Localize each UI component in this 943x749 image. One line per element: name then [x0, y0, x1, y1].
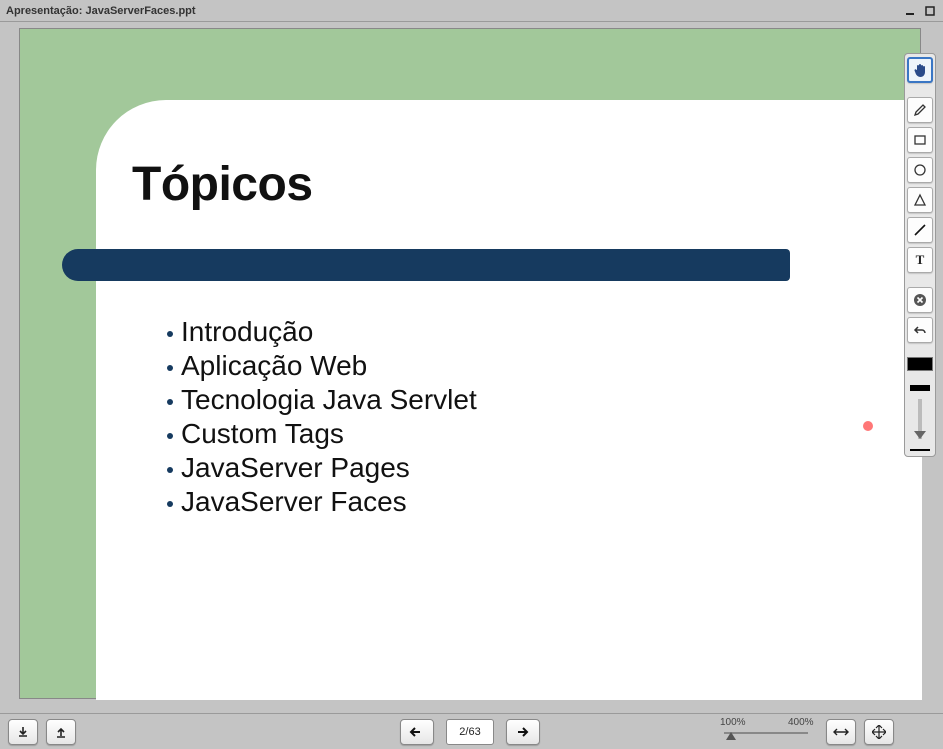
pencil-tool-button[interactable]	[907, 97, 933, 123]
page-indicator[interactable]: 2/63	[446, 719, 494, 745]
list-item: JavaServer Pages	[167, 452, 477, 484]
zoom-slider-thumb[interactable]	[726, 732, 736, 740]
bullet-text: JavaServer Faces	[181, 486, 407, 518]
clear-annotations-button[interactable]	[907, 287, 933, 313]
hand-tool-button[interactable]	[907, 57, 933, 83]
maximize-button[interactable]	[923, 4, 937, 18]
fit-page-button[interactable]	[864, 719, 894, 745]
slide: Tópicos Introdução Aplicação Web Tecnolo…	[19, 28, 921, 699]
title-underline-bar	[62, 249, 790, 281]
minimize-button[interactable]	[903, 4, 917, 18]
bullet-icon	[167, 365, 173, 371]
undo-button[interactable]	[907, 317, 933, 343]
download-button[interactable]	[8, 719, 38, 745]
bottom-toolbar: 2/63 100% 400%	[0, 713, 943, 749]
stroke-width-swatch[interactable]	[910, 385, 930, 391]
upload-button[interactable]	[46, 719, 76, 745]
pointer-dot-icon	[863, 421, 873, 431]
zoom-min-label: 100%	[720, 717, 746, 728]
page-indicator-text: 2/63	[459, 726, 480, 738]
bullet-text: Custom Tags	[181, 418, 344, 450]
triangle-tool-button[interactable]	[907, 187, 933, 213]
list-item: Tecnologia Java Servlet	[167, 384, 477, 416]
list-item: Introdução	[167, 316, 477, 348]
line-tool-button[interactable]	[907, 217, 933, 243]
zoom-slider[interactable]	[724, 732, 808, 734]
stroke-size-slider[interactable]	[918, 399, 922, 439]
next-slide-button[interactable]	[506, 719, 540, 745]
annotation-toolbar: T	[904, 53, 936, 457]
bullet-text: Tecnologia Java Servlet	[181, 384, 477, 416]
bullet-text: Aplicação Web	[181, 350, 367, 382]
rectangle-tool-button[interactable]	[907, 127, 933, 153]
stroke-color-swatch[interactable]	[907, 357, 933, 371]
bullet-text: Introdução	[181, 316, 313, 348]
presentation-stage: Tópicos Introdução Aplicação Web Tecnolo…	[0, 22, 943, 713]
list-item: JavaServer Faces	[167, 486, 477, 518]
circle-tool-button[interactable]	[907, 157, 933, 183]
bullet-text: JavaServer Pages	[181, 452, 410, 484]
stroke-preview-icon	[910, 449, 930, 451]
bullet-icon	[167, 331, 173, 337]
slide-title: Tópicos	[132, 157, 313, 212]
window-title: Apresentação: JavaServerFaces.ppt	[6, 5, 897, 17]
list-item: Aplicação Web	[167, 350, 477, 382]
bullet-icon	[167, 467, 173, 473]
fit-width-button[interactable]	[826, 719, 856, 745]
titlebar: Apresentação: JavaServerFaces.ppt	[0, 0, 943, 22]
list-item: Custom Tags	[167, 418, 477, 450]
bullet-list: Introdução Aplicação Web Tecnologia Java…	[167, 316, 477, 520]
bullet-icon	[167, 399, 173, 405]
zoom-max-label: 400%	[788, 717, 814, 728]
text-tool-button[interactable]: T	[907, 247, 933, 273]
bullet-icon	[167, 433, 173, 439]
bullet-icon	[167, 501, 173, 507]
prev-slide-button[interactable]	[400, 719, 434, 745]
